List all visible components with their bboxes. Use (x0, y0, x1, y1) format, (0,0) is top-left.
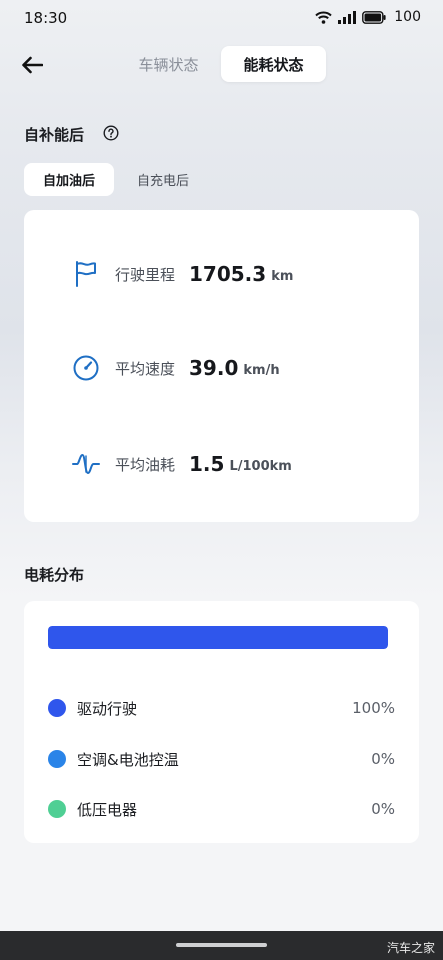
distribution-bar-fill (48, 626, 388, 649)
distribution-title: 电耗分布 (24, 566, 85, 584)
battery-level: 100 (394, 9, 421, 25)
legend-dot (48, 800, 66, 818)
wave-icon (72, 450, 100, 478)
refuel-section-title: 自补能后 (24, 126, 85, 144)
watermark: 汽车之家 (386, 941, 435, 955)
stat-unit: km (271, 268, 294, 284)
tab-energy-status[interactable]: 能耗状态 (221, 46, 326, 82)
back-button[interactable] (18, 52, 46, 78)
chip-after-recharge[interactable]: 自充电后 (118, 163, 208, 196)
legend-label: 驱动行驶 (77, 699, 138, 718)
distribution-bar (48, 626, 388, 649)
distribution-card: 驱动行驶 100% 空调&电池控温 0% 低压电器 0% (24, 601, 419, 843)
stat-label: 平均速度 (115, 359, 176, 378)
stat-row-avg-speed: 平均速度 39.0 km/h (72, 352, 280, 384)
stat-unit: km/h (243, 362, 280, 378)
stat-label: 行驶里程 (115, 265, 176, 284)
legend-item: 空调&电池控温 0% (48, 747, 395, 771)
stat-unit: L/100km (229, 458, 292, 474)
home-indicator[interactable] (176, 943, 267, 947)
stat-label: 平均油耗 (115, 455, 176, 474)
arrow-left-icon (22, 56, 43, 74)
stat-value: 39.0 (189, 356, 239, 380)
chip-after-refuel[interactable]: 自加油后 (24, 163, 115, 196)
tab-vehicle-status[interactable]: 车辆状态 (116, 46, 221, 82)
stat-row-mileage: 行驶里程 1705.3 km (72, 258, 293, 290)
legend-value: 0% (371, 750, 395, 768)
legend-item: 驱动行驶 100% (48, 696, 395, 720)
flag-icon (72, 260, 100, 288)
legend-label: 低压电器 (77, 800, 138, 819)
wifi-icon (315, 11, 332, 24)
stat-value: 1.5 (189, 452, 225, 476)
help-icon[interactable] (103, 125, 119, 141)
status-tabs: 车辆状态 能耗状态 (116, 46, 326, 82)
battery-icon (362, 10, 386, 24)
speedometer-icon (72, 354, 100, 382)
legend-value: 100% (352, 699, 395, 717)
stats-card: 行驶里程 1705.3 km 平均速度 39.0 km/h 平均油耗 1.5 L… (24, 210, 419, 522)
system-nav-bar: 汽车之家 (0, 931, 443, 960)
legend-item: 低压电器 0% (48, 797, 395, 821)
status-icons: 100 (315, 9, 421, 25)
stat-value: 1705.3 (189, 262, 267, 286)
status-bar: 18:30 100 (0, 0, 443, 38)
legend-dot (48, 699, 66, 717)
legend-label: 空调&电池控温 (77, 750, 179, 769)
legend-dot (48, 750, 66, 768)
refuel-filter-chips: 自加油后 自充电后 (24, 163, 208, 196)
legend-value: 0% (371, 800, 395, 818)
status-time: 18:30 (24, 9, 68, 27)
signal-icon (338, 10, 357, 24)
stat-row-avg-fuel: 平均油耗 1.5 L/100km (72, 448, 292, 480)
